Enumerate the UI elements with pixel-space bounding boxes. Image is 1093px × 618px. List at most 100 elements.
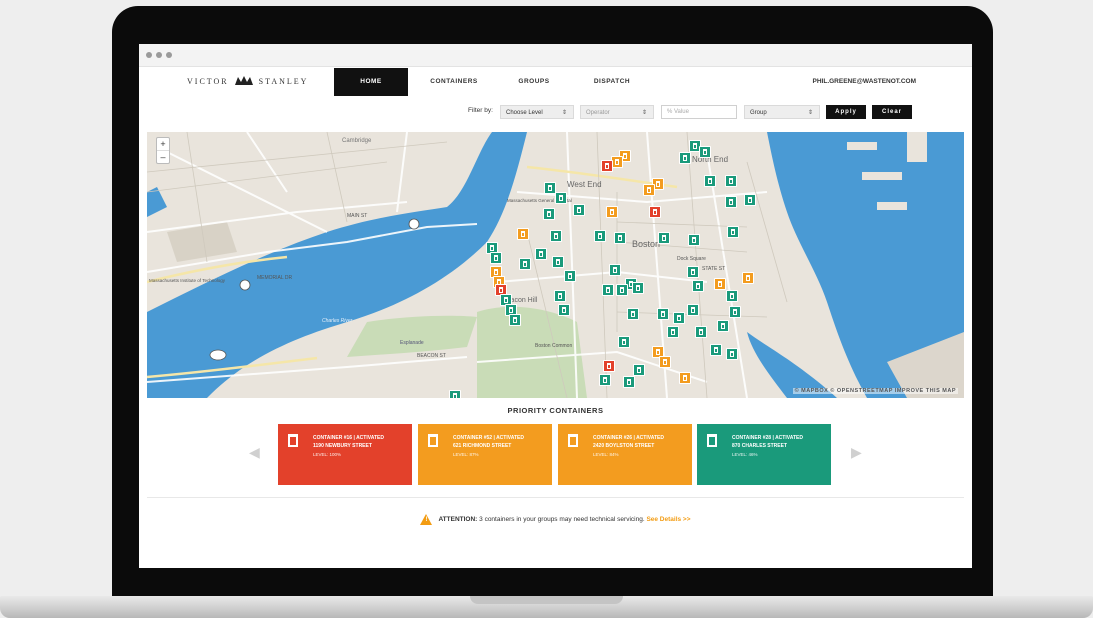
container-marker[interactable]: [726, 290, 738, 302]
laptop-base: [0, 596, 1093, 618]
container-marker[interactable]: [725, 175, 737, 187]
clear-button[interactable]: Clear: [872, 105, 912, 119]
container-marker[interactable]: [717, 320, 729, 332]
container-marker[interactable]: [543, 208, 555, 220]
container-marker[interactable]: [658, 232, 670, 244]
nav-containers[interactable]: CONTAINERS: [417, 68, 491, 96]
container-marker[interactable]: [742, 272, 754, 284]
window-dot-icon[interactable]: [146, 52, 152, 58]
carousel-prev-icon[interactable]: ◀: [249, 444, 260, 461]
logo-text-right: STANLEY: [258, 76, 309, 86]
container-marker[interactable]: [509, 314, 521, 326]
nav-groups[interactable]: GROUPS: [497, 68, 571, 96]
container-marker[interactable]: [490, 252, 502, 264]
container-marker[interactable]: [550, 230, 562, 242]
container-marker[interactable]: [679, 152, 691, 164]
nav-home[interactable]: HOME: [334, 68, 408, 96]
container-marker[interactable]: [552, 256, 564, 268]
container-marker[interactable]: [632, 282, 644, 294]
nav-dispatch[interactable]: DISPATCH: [575, 68, 649, 96]
container-marker[interactable]: [602, 284, 614, 296]
container-marker[interactable]: [517, 228, 529, 240]
container-marker[interactable]: [687, 304, 699, 316]
priority-card[interactable]: CONTAINER #16 | ACTIVATED 1190 NEWBURY S…: [278, 424, 412, 485]
card-address: 621 RICHMOND STREET: [453, 443, 512, 449]
container-marker[interactable]: [554, 290, 566, 302]
container-marker[interactable]: [714, 278, 726, 290]
user-account[interactable]: PHIL.GREENE@WASTENOT.COM: [813, 68, 916, 96]
container-marker[interactable]: [601, 160, 613, 172]
card-title: CONTAINER #28 | ACTIVATED: [732, 435, 803, 441]
container-marker[interactable]: [594, 230, 606, 242]
zoom-in-button[interactable]: +: [157, 138, 169, 151]
select-caret-icon: ⇕: [561, 110, 567, 116]
container-marker[interactable]: [609, 264, 621, 276]
container-marker[interactable]: [618, 336, 630, 348]
level-select[interactable]: Choose Level ⇕: [500, 105, 574, 119]
operator-select[interactable]: Operator ⇕: [580, 105, 654, 119]
container-marker[interactable]: [659, 356, 671, 368]
container-marker[interactable]: [726, 348, 738, 360]
container-marker[interactable]: [699, 146, 711, 158]
priority-title: PRIORITY CONTAINERS: [507, 406, 604, 415]
map-label-boston-common: Boston Common: [535, 343, 572, 349]
container-marker[interactable]: [599, 374, 611, 386]
container-marker[interactable]: [729, 306, 741, 318]
card-title: CONTAINER #16 | ACTIVATED: [313, 435, 384, 441]
warning-icon: !: [420, 514, 433, 525]
container-marker[interactable]: [519, 258, 531, 270]
zoom-out-button[interactable]: –: [157, 151, 169, 163]
container-marker[interactable]: [623, 376, 635, 388]
window-dot-icon[interactable]: [166, 52, 172, 58]
container-marker[interactable]: [449, 390, 461, 398]
container-marker[interactable]: [687, 266, 699, 278]
container-marker[interactable]: [679, 372, 691, 384]
container-marker[interactable]: [535, 248, 547, 260]
container-marker[interactable]: [710, 344, 722, 356]
priority-card[interactable]: CONTAINER #26 | ACTIVATED 2420 BOYLSTON …: [558, 424, 692, 485]
container-marker[interactable]: [704, 175, 716, 187]
container-marker[interactable]: [727, 226, 739, 238]
container-marker[interactable]: [667, 326, 679, 338]
priority-card[interactable]: CONTAINER #28 | ACTIVATED 870 CHARLES ST…: [697, 424, 831, 485]
container-marker[interactable]: [603, 360, 615, 372]
container-marker[interactable]: [633, 364, 645, 376]
container-marker[interactable]: [688, 234, 700, 246]
container-marker[interactable]: [649, 206, 661, 218]
container-marker[interactable]: [558, 304, 570, 316]
container-marker[interactable]: [725, 196, 737, 208]
container-marker[interactable]: [695, 326, 707, 338]
see-details-link[interactable]: See Details >>: [646, 516, 690, 523]
container-marker[interactable]: [643, 184, 655, 196]
card-address: 1190 NEWBURY STREET: [313, 443, 372, 449]
select-caret-icon: ⇕: [807, 110, 813, 116]
container-marker[interactable]: [744, 194, 756, 206]
map-attribution[interactable]: © MAPBOX © OPENSTREETMAP IMPROVE THIS MA…: [792, 388, 958, 394]
container-marker[interactable]: [573, 204, 585, 216]
container-marker[interactable]: [614, 232, 626, 244]
card-address: 2420 BOYLSTON STREET: [593, 443, 655, 449]
container-marker[interactable]: [692, 280, 704, 292]
card-level: LEVEL: 84%: [593, 452, 619, 457]
map-label-west-end: West End: [567, 180, 602, 189]
carousel-next-icon[interactable]: ▶: [851, 444, 862, 461]
container-marker[interactable]: [555, 192, 567, 204]
container-marker[interactable]: [606, 206, 618, 218]
map-label-dock-square: Dock Square: [677, 256, 706, 262]
map-view[interactable]: Cambridge West End North End Boston Beac…: [147, 132, 964, 398]
apply-button[interactable]: Apply: [826, 105, 866, 119]
container-marker[interactable]: [627, 308, 639, 320]
container-marker[interactable]: [657, 308, 669, 320]
window-dot-icon[interactable]: [156, 52, 162, 58]
value-input[interactable]: % Value: [661, 105, 737, 119]
map-label-charles-river: Charles River: [322, 318, 353, 324]
app-screen: VICTOR STANLEY HOME CONTAINERS GROUPS DI…: [139, 44, 972, 568]
container-marker[interactable]: [564, 270, 576, 282]
priority-card[interactable]: CONTAINER #52 | ACTIVATED 621 RICHMOND S…: [418, 424, 552, 485]
map-label-esplanade: Esplanade: [400, 340, 424, 346]
brand-logo[interactable]: VICTOR STANLEY: [187, 75, 308, 87]
container-marker[interactable]: [616, 284, 628, 296]
group-select[interactable]: Group ⇕: [744, 105, 820, 119]
zoom-control: + –: [156, 137, 170, 164]
container-marker[interactable]: [673, 312, 685, 324]
